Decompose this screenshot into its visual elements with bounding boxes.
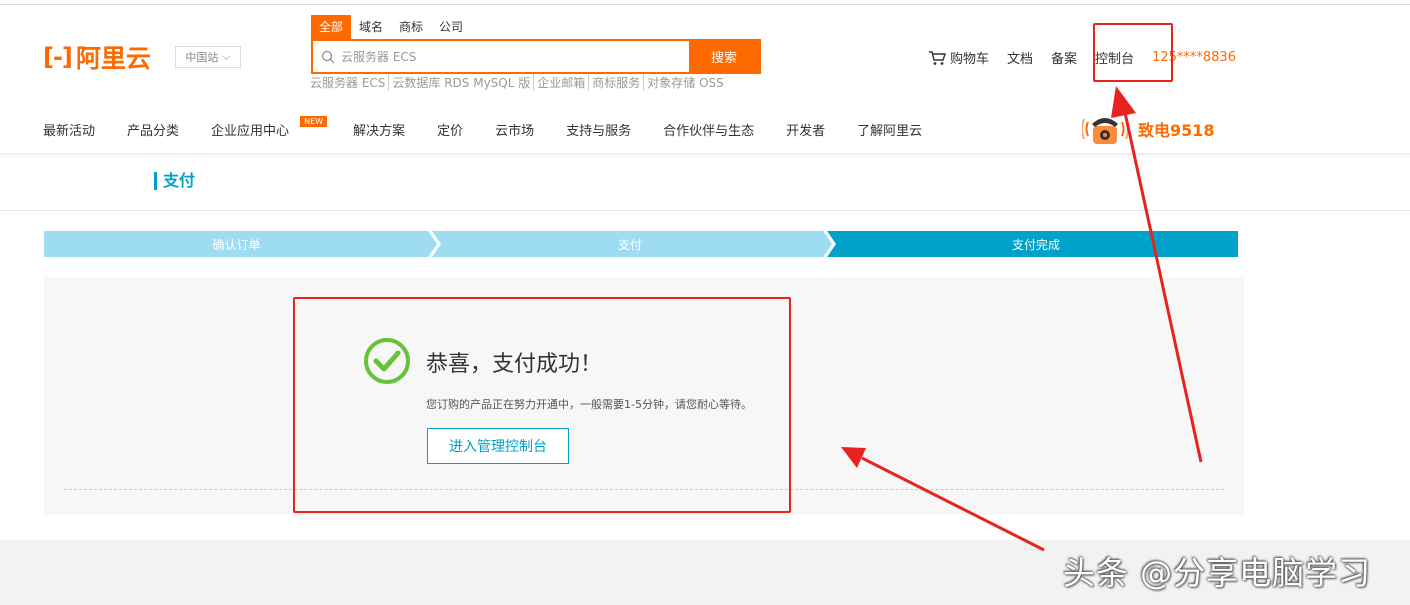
hotword-link[interactable]: 商标服务: [592, 74, 645, 91]
nav-item-partners[interactable]: 合作伙伴与生态: [663, 120, 754, 139]
search-icon: [321, 50, 335, 63]
header-right: 购物车 文档 备案 控制台 125****8836: [928, 48, 1236, 67]
search-tab-company[interactable]: 公司: [431, 15, 471, 39]
step-complete: 支付完成: [1011, 237, 1060, 252]
telephone-icon: [1082, 118, 1128, 144]
hotword-link[interactable]: 对象存储 OSS: [647, 74, 727, 91]
logo-mark-icon: [-]: [43, 43, 73, 71]
search-tabs: 全部 域名 商标 公司: [311, 15, 471, 39]
nav-item-support[interactable]: 支持与服务: [566, 120, 631, 139]
nav-shadow: [0, 153, 1410, 157]
new-badge: NEW: [300, 116, 328, 127]
nav-item-solutions[interactable]: 解决方案: [353, 120, 405, 139]
search-button[interactable]: 搜索: [689, 41, 759, 72]
chevron-down-icon: ⌵: [222, 50, 231, 63]
hotword-link[interactable]: 云数据库 RDS MySQL 版: [392, 74, 535, 91]
page-title: 支付: [154, 172, 195, 190]
top-border: [0, 4, 1410, 5]
docs-link[interactable]: 文档: [1007, 48, 1033, 67]
cart-link[interactable]: 购物车: [928, 48, 989, 67]
step-confirm-order: 确认订单: [212, 237, 261, 252]
region-label: 中国站: [185, 51, 219, 64]
nav-item-products[interactable]: 产品分类: [127, 120, 179, 139]
annotation-box-success: [293, 297, 791, 513]
nav-item-about[interactable]: 了解阿里云: [857, 120, 922, 139]
progress-steps: 确认订单 支付 支付完成: [44, 231, 1238, 257]
search-placeholder: 云服务器 ECS: [341, 50, 417, 64]
search-tab-all[interactable]: 全部: [311, 15, 352, 39]
cart-label: 购物车: [950, 52, 990, 67]
divider: [0, 210, 1410, 211]
nav-item-pricing[interactable]: 定价: [437, 120, 463, 139]
nav-item-enterprise-apps[interactable]: 企业应用中心 NEW: [211, 116, 328, 139]
search-tab-trademark[interactable]: 商标: [391, 15, 431, 39]
region-selector[interactable]: 中国站 ⌵: [175, 46, 241, 68]
record-link[interactable]: 备案: [1051, 48, 1077, 67]
hotwords: 云服务器 ECS 云数据库 RDS MySQL 版 企业邮箱 商标服务 对象存储…: [310, 74, 730, 91]
aliyun-logo[interactable]: [-] 阿里云: [43, 42, 151, 73]
search-box: 云服务器 ECS 搜索: [311, 39, 761, 74]
hotword-link[interactable]: 云服务器 ECS: [310, 74, 390, 91]
search-tab-domain[interactable]: 域名: [351, 15, 391, 39]
nav-item-developers[interactable]: 开发者: [786, 120, 825, 139]
nav-item-latest[interactable]: 最新活动: [43, 120, 95, 139]
search-input[interactable]: 云服务器 ECS: [313, 41, 689, 72]
page: [-] 阿里云 中国站 ⌵ 全部 域名 商标 公司 云服务器 ECS 搜索 云服…: [0, 0, 1410, 605]
nav-item-label: 企业应用中心: [211, 124, 290, 139]
watermark: 头条 @分享电脑学习: [1063, 554, 1372, 592]
hotline-number: 致电9518: [1138, 121, 1215, 140]
hotline[interactable]: 致电9518: [1082, 112, 1215, 146]
cart-icon: [929, 50, 946, 65]
main-nav: 最新活动 产品分类 企业应用中心 NEW 解决方案 定价 云市场 支持与服务 合…: [43, 116, 954, 139]
step-pay: 支付: [617, 237, 642, 252]
annotation-box-console: [1093, 23, 1173, 82]
hotword-link[interactable]: 企业邮箱: [537, 74, 590, 91]
logo-text: 阿里云: [75, 44, 151, 73]
nav-item-marketplace[interactable]: 云市场: [495, 120, 534, 139]
